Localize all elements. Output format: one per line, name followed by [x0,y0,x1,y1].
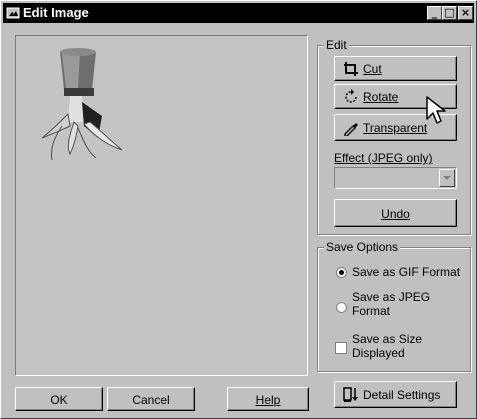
maximize-button[interactable]: □ [442,6,457,20]
detail-settings-button[interactable]: Detail Settings [334,381,457,408]
save-options-legend: Save Options [324,240,401,254]
edit-group-legend: Edit [324,38,349,52]
minimize-button[interactable]: _ [427,6,442,20]
preview-image [41,48,123,161]
transparent-label: Transparent [363,121,428,135]
close-button[interactable]: × [458,6,473,20]
help-label: Help [255,393,281,407]
save-size-label[interactable]: Save as Size [352,332,422,346]
window-title: Edit Image [23,5,89,20]
image-edit-icon [6,7,20,19]
dropdown-arrow-button[interactable] [439,169,455,187]
jpeg-format-label[interactable]: Save as JPEG [352,290,430,304]
gif-format-radio[interactable] [336,267,347,278]
ok-label: OK [50,393,68,407]
cancel-label: Cancel [132,393,170,407]
mouse-pointer-icon [426,96,446,124]
effect-label: Effect (JPEG only) [334,151,433,165]
eyedropper-icon [344,123,358,136]
cut-button[interactable]: Cut [334,56,457,81]
chevron-down-icon [443,176,451,180]
jpeg-format-radio[interactable] [336,302,347,313]
jpeg-format-label-line2[interactable]: Format [352,304,390,318]
ok-button[interactable]: OK [15,387,103,411]
edit-image-dialog: Edit Image _ □ × Edit Cut Rotate Transpa… [0,0,477,419]
title-bar: Edit Image _ □ × [3,3,474,23]
undo-label: Undo [381,207,410,221]
close-icon: × [460,6,471,19]
detail-settings-label: Detail Settings [363,388,441,402]
image-preview[interactable] [15,35,308,376]
minimize-icon: _ [431,6,438,19]
radio-selected-dot [339,270,344,275]
cut-label: Cut [363,62,382,76]
rotate-label: Rotate [363,90,399,104]
crop-icon [344,62,358,76]
detail-settings-icon [343,387,358,402]
save-size-checkbox[interactable] [335,342,347,354]
gif-format-label[interactable]: Save as GIF Format [352,265,460,279]
rotate-icon [345,89,357,103]
maximize-icon: □ [444,6,455,19]
save-size-label-line2[interactable]: Displayed [352,346,405,360]
effect-dropdown[interactable] [334,167,457,189]
cancel-button[interactable]: Cancel [107,387,195,411]
undo-button[interactable]: Undo [334,199,457,227]
help-button[interactable]: Help [227,387,309,411]
